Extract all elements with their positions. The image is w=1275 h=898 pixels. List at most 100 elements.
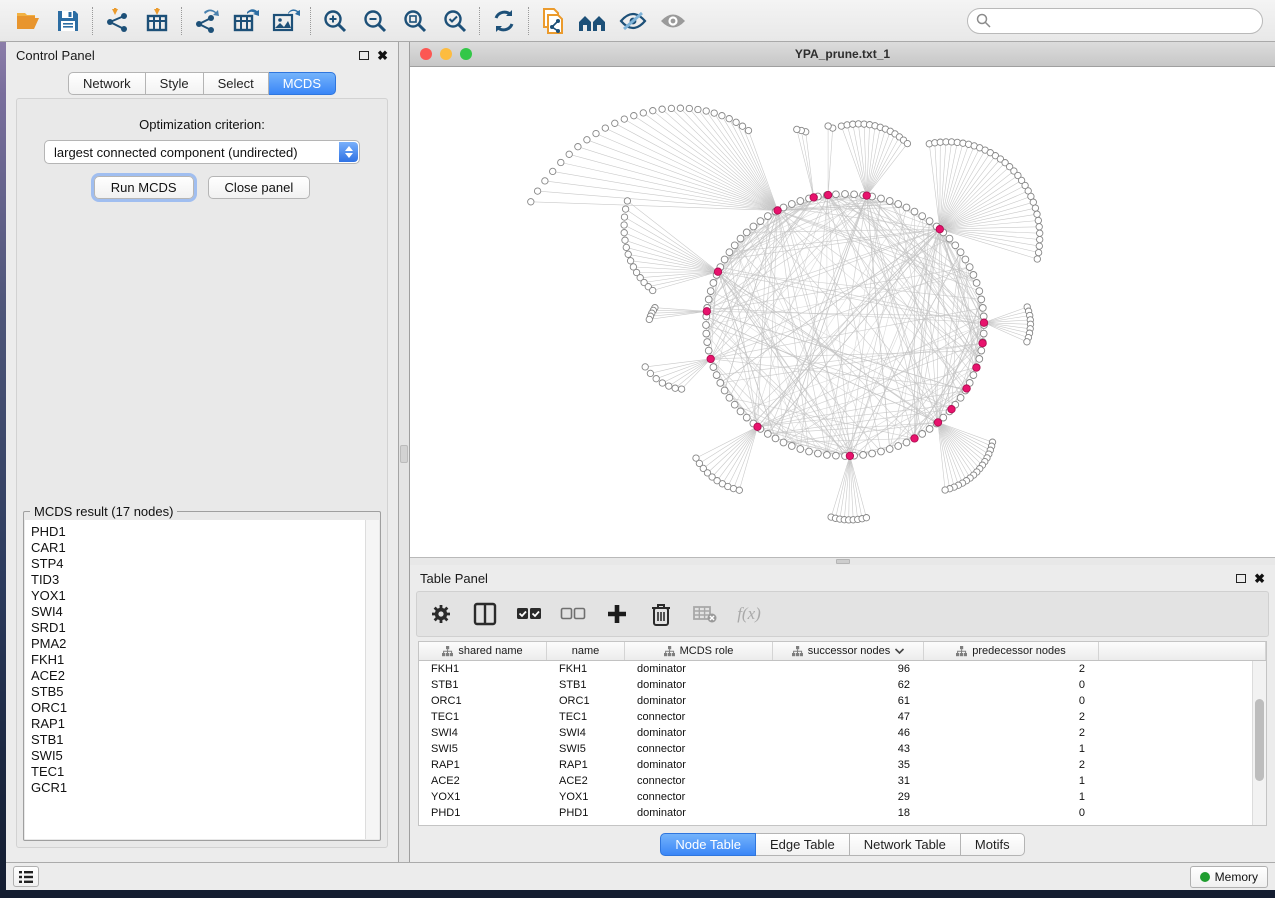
export-image-button[interactable] — [266, 4, 306, 38]
tab-node-table[interactable]: Node Table — [660, 833, 756, 856]
import-table-button[interactable] — [137, 4, 177, 38]
window-close-icon[interactable] — [420, 48, 432, 60]
table-cell: SWI4 — [419, 725, 547, 741]
delete-table-button — [691, 599, 719, 629]
mcds-result-item[interactable]: FKH1 — [31, 652, 365, 668]
tab-motifs[interactable]: Motifs — [961, 833, 1025, 856]
delete-column-button[interactable] — [647, 599, 675, 629]
mcds-result-item[interactable]: PMA2 — [31, 636, 365, 652]
table-scrollbar[interactable] — [1252, 661, 1266, 825]
table-row[interactable]: ACE2ACE2connector311 — [419, 773, 1266, 789]
tab-network-table[interactable]: Network Table — [850, 833, 961, 856]
column-header-filler — [1099, 642, 1266, 660]
table-cell: FKH1 — [419, 661, 547, 677]
mcds-result-item[interactable]: SRD1 — [31, 620, 365, 636]
tab-select[interactable]: Select — [204, 72, 269, 95]
mcds-result-item[interactable]: RAP1 — [31, 716, 365, 732]
network-window-titlebar[interactable]: YPA_prune.txt_1 — [410, 42, 1275, 67]
vertical-splitter[interactable] — [399, 42, 410, 862]
mcds-result-item[interactable]: YOX1 — [31, 588, 365, 604]
table-row[interactable]: ORC1ORC1dominator610 — [419, 693, 1266, 709]
splitter-grip[interactable] — [836, 559, 850, 564]
memory-button[interactable]: Memory — [1190, 866, 1268, 888]
scrollbar-thumb[interactable] — [1255, 699, 1264, 781]
mcds-result-list[interactable]: PHD1CAR1STP4TID3YOX1SWI4SRD1PMA2FKH1ACE2… — [25, 520, 365, 839]
column-header-predecessor-nodes[interactable]: predecessor nodes — [924, 642, 1099, 660]
mcds-result-item[interactable]: ORC1 — [31, 700, 365, 716]
table-cell: TEC1 — [547, 709, 625, 725]
column-header-MCDS-role[interactable]: MCDS role — [625, 642, 773, 660]
column-chooser-button[interactable] — [471, 599, 499, 629]
show-all-button[interactable] — [653, 4, 693, 38]
import-network-button[interactable] — [97, 4, 137, 38]
hide-selected-button[interactable] — [613, 4, 653, 38]
toolbar-separator — [181, 7, 182, 35]
tab-style[interactable]: Style — [146, 72, 204, 95]
mcds-result-item[interactable]: STB1 — [31, 732, 365, 748]
table-cell: 35 — [773, 757, 924, 773]
table-cell: dominator — [625, 677, 773, 693]
status-bar: Memory — [6, 862, 1275, 890]
tab-mcds[interactable]: MCDS — [269, 72, 336, 95]
duplicate-network-button[interactable] — [533, 4, 573, 38]
search-input[interactable] — [967, 8, 1263, 34]
table-row[interactable]: STB1STB1dominator620 — [419, 677, 1266, 693]
network-canvas[interactable] — [410, 67, 1275, 557]
zoom-selected-button[interactable] — [435, 4, 475, 38]
table-cell: 2 — [924, 661, 1099, 677]
tab-network[interactable]: Network — [68, 72, 146, 95]
export-image-icon — [272, 8, 300, 34]
table-cell: 29 — [773, 789, 924, 805]
window-zoom-icon[interactable] — [460, 48, 472, 60]
first-neighbors-button[interactable] — [573, 4, 613, 38]
optimization-criterion-label: Optimization criterion: — [17, 117, 387, 132]
splitter-grip[interactable] — [400, 445, 408, 463]
mcds-result-item[interactable]: SWI5 — [31, 748, 365, 764]
export-network-button[interactable] — [186, 4, 226, 38]
table-row[interactable]: FKH1FKH1dominator962 — [419, 661, 1266, 677]
table-row[interactable]: YOX1YOX1connector291 — [419, 789, 1266, 805]
table-row[interactable]: RAP1RAP1dominator352 — [419, 757, 1266, 773]
select-all-button[interactable] — [515, 599, 543, 629]
refresh-button[interactable] — [484, 4, 524, 38]
mcds-result-item[interactable]: GCR1 — [31, 780, 365, 796]
mcds-result-item[interactable]: PHD1 — [31, 524, 365, 540]
table-row[interactable]: PHD1PHD1dominator180 — [419, 805, 1266, 821]
table-row[interactable]: TEC1TEC1connector472 — [419, 709, 1266, 725]
mcds-result-item[interactable]: CAR1 — [31, 540, 365, 556]
control-panel-close-icon[interactable]: ✖ — [377, 49, 388, 62]
table-panel-close-icon[interactable]: ✖ — [1254, 572, 1265, 585]
zoom-out-button[interactable] — [355, 4, 395, 38]
window-minimize-icon[interactable] — [440, 48, 452, 60]
task-history-button[interactable] — [13, 866, 39, 887]
save-session-button[interactable] — [48, 4, 88, 38]
open-file-button[interactable] — [8, 4, 48, 38]
zoom-in-button[interactable] — [315, 4, 355, 38]
mcds-tab-content: Optimization criterion: largest connecte… — [16, 98, 388, 848]
network-graph[interactable] — [410, 67, 1275, 557]
mcds-result-item[interactable]: ACE2 — [31, 668, 365, 684]
zoom-fit-button[interactable] — [395, 4, 435, 38]
mcds-result-item[interactable]: TID3 — [31, 572, 365, 588]
column-header-successor-nodes[interactable]: successor nodes — [773, 642, 924, 660]
run-mcds-button[interactable]: Run MCDS — [94, 176, 194, 199]
horizontal-splitter[interactable] — [410, 557, 1275, 565]
table-row[interactable]: SWI5SWI5connector431 — [419, 741, 1266, 757]
close-panel-button[interactable]: Close panel — [208, 176, 311, 199]
mcds-result-scrollbar[interactable] — [365, 520, 379, 839]
add-column-button[interactable] — [603, 599, 631, 629]
column-header-name[interactable]: name — [547, 642, 625, 660]
settings-gear-button[interactable] — [427, 599, 455, 629]
export-table-button[interactable] — [226, 4, 266, 38]
criterion-dropdown[interactable]: largest connected component (undirected) — [44, 140, 360, 164]
column-header-shared-name[interactable]: shared name — [419, 642, 547, 660]
mcds-result-item[interactable]: TEC1 — [31, 764, 365, 780]
mcds-result-item[interactable]: STP4 — [31, 556, 365, 572]
mcds-result-item[interactable]: SWI4 — [31, 604, 365, 620]
table-panel-float-icon[interactable] — [1236, 574, 1246, 583]
control-panel-float-icon[interactable] — [359, 51, 369, 60]
mcds-result-item[interactable]: STB5 — [31, 684, 365, 700]
table-row[interactable]: SWI4SWI4dominator462 — [419, 725, 1266, 741]
deselect-all-button[interactable] — [559, 599, 587, 629]
tab-edge-table[interactable]: Edge Table — [756, 833, 850, 856]
